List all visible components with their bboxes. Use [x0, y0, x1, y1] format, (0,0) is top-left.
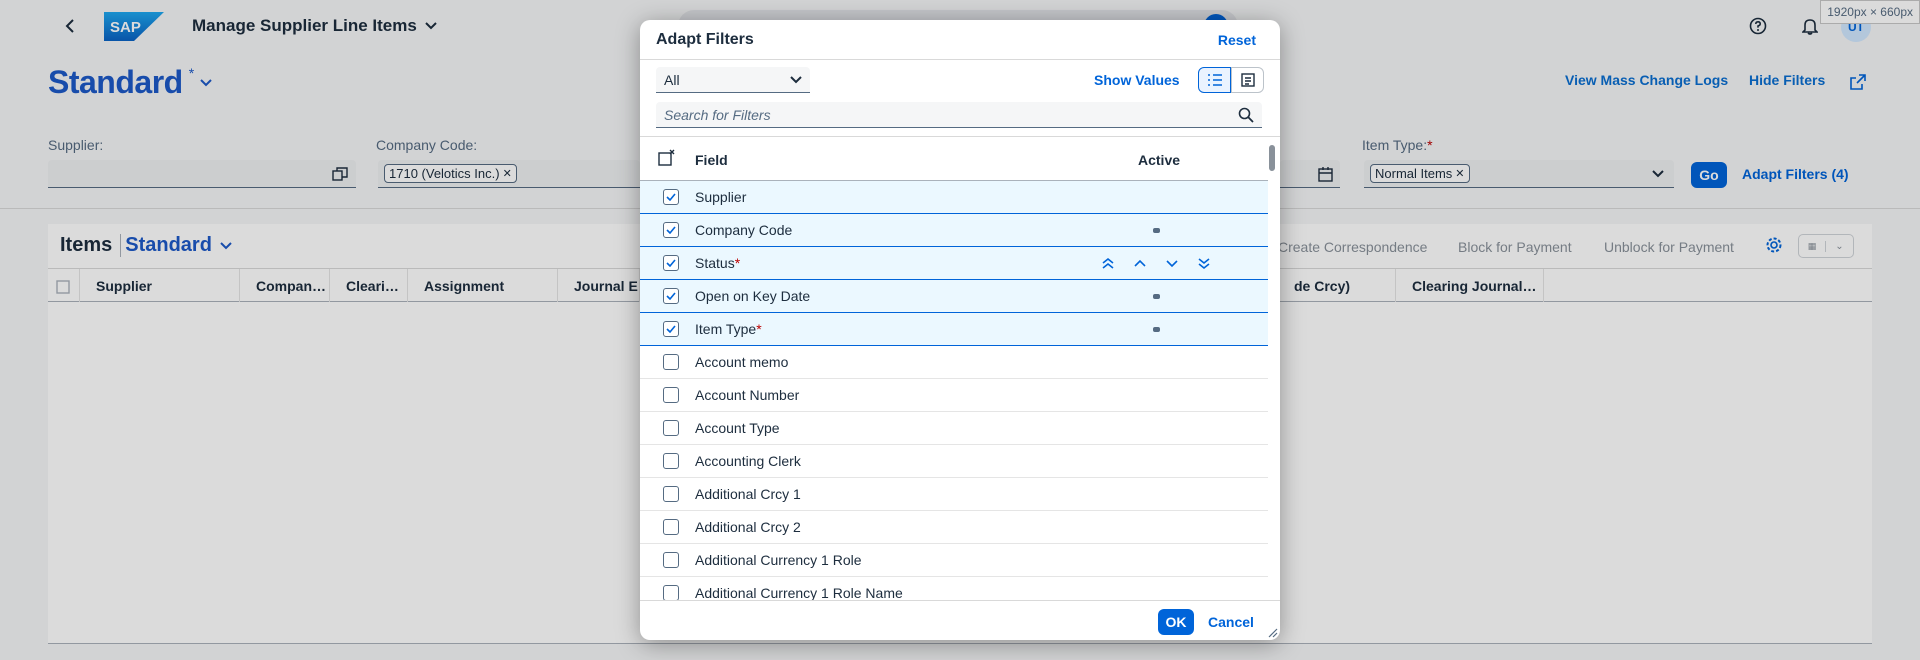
filter-row-label: Supplier: [695, 189, 747, 205]
list-view-button[interactable]: [1198, 67, 1231, 93]
search-placeholder: Search for Filters: [664, 106, 771, 123]
adapt-filters-dialog: Adapt Filters Reset All Show Values Sear…: [640, 20, 1280, 640]
scrollbar-thumb[interactable]: [1269, 145, 1275, 171]
resize-handle-icon[interactable]: [1266, 626, 1278, 638]
checkmark-icon: [666, 193, 676, 201]
filter-row-label: Company Code: [695, 222, 793, 238]
checkmark-icon: [666, 226, 676, 234]
checkbox[interactable]: [663, 420, 679, 436]
checkmark-icon: [666, 325, 676, 333]
double-chevron-up-icon: [1102, 257, 1114, 269]
filter-row[interactable]: Item Type*: [640, 313, 1268, 346]
checkbox[interactable]: [663, 354, 679, 370]
cancel-button[interactable]: Cancel: [1208, 614, 1254, 630]
filter-row-label: Item Type*: [695, 321, 762, 337]
group-view-button[interactable]: [1231, 67, 1264, 93]
filter-row[interactable]: Account Type: [640, 412, 1268, 445]
filter-row-label: Account memo: [695, 354, 789, 370]
list-icon: [1207, 74, 1222, 86]
required-marker: *: [756, 321, 762, 337]
checkbox-checked[interactable]: [663, 288, 679, 304]
filter-row[interactable]: Account Number: [640, 379, 1268, 412]
dialog-footer: OK Cancel: [640, 600, 1280, 640]
filter-row-label: Additional Crcy 2: [695, 519, 801, 535]
chevron-down-icon: [790, 75, 802, 83]
filter-row[interactable]: Accounting Clerk: [640, 445, 1268, 478]
filter-row[interactable]: Open on Key Date: [640, 280, 1268, 313]
filter-row[interactable]: Additional Currency 1 Role: [640, 544, 1268, 577]
filter-scope-select[interactable]: All: [656, 67, 810, 93]
filter-row[interactable]: Company Code: [640, 214, 1268, 247]
deselect-all-icon[interactable]: [658, 149, 676, 167]
move-to-bottom-button[interactable]: [1196, 255, 1212, 271]
dialog-header: Adapt Filters Reset: [640, 20, 1280, 60]
filter-row-label: Account Type: [695, 420, 780, 436]
dialog-title: Adapt Filters: [656, 31, 754, 48]
required-marker: *: [734, 255, 741, 271]
filter-list-header: Field Active: [640, 137, 1268, 181]
filter-row[interactable]: Additional Currency 1 Role Name: [640, 577, 1268, 600]
filter-row[interactable]: Account memo: [640, 346, 1268, 379]
show-values-button[interactable]: Show Values: [1094, 72, 1180, 88]
checkbox[interactable]: [663, 585, 679, 600]
filter-row-label: Additional Currency 1 Role: [695, 552, 862, 568]
search-icon[interactable]: [1238, 107, 1254, 123]
view-toggle: [1198, 67, 1264, 93]
checkbox-checked[interactable]: [663, 321, 679, 337]
checkbox-checked[interactable]: [663, 222, 679, 238]
active-indicator: [1153, 227, 1160, 233]
filter-row[interactable]: Supplier: [640, 181, 1268, 214]
filter-search-input[interactable]: Search for Filters: [656, 102, 1262, 128]
checkbox-checked[interactable]: [663, 189, 679, 205]
chevron-up-icon: [1134, 259, 1146, 267]
checkmark-icon: [666, 259, 676, 267]
filter-row-label: Account Number: [695, 387, 800, 403]
field-column-header: Field: [695, 152, 728, 168]
checkbox[interactable]: [663, 552, 679, 568]
checkbox[interactable]: [663, 453, 679, 469]
row-move-buttons: [1100, 255, 1212, 271]
checkbox[interactable]: [663, 519, 679, 535]
group-list-icon: [1240, 73, 1255, 87]
filter-row[interactable]: Additional Crcy 2: [640, 511, 1268, 544]
checkmark-icon: [666, 292, 676, 300]
filter-row-label: Additional Crcy 1: [695, 486, 801, 502]
filter-row[interactable]: Additional Crcy 1: [640, 478, 1268, 511]
reset-button[interactable]: Reset: [1218, 32, 1256, 48]
move-to-top-button[interactable]: [1100, 255, 1116, 271]
list-scrollbar[interactable]: [1268, 137, 1276, 600]
filter-row-label: Status*: [695, 255, 741, 271]
active-indicator: [1153, 293, 1160, 299]
select-value: All: [664, 71, 680, 88]
filter-row-label: Additional Currency 1 Role Name: [695, 585, 903, 600]
filter-row-label: Open on Key Date: [695, 288, 811, 304]
filter-list: Field Active Supplier Company Code Status*…: [640, 136, 1280, 600]
filter-row-label: Accounting Clerk: [695, 453, 801, 469]
move-down-button[interactable]: [1164, 255, 1180, 271]
checkbox[interactable]: [663, 387, 679, 403]
double-chevron-down-icon: [1198, 258, 1210, 270]
move-up-button[interactable]: [1132, 255, 1148, 271]
ok-button[interactable]: OK: [1158, 609, 1194, 635]
filter-row[interactable]: Status*: [640, 247, 1268, 280]
chevron-down-icon: [1166, 260, 1178, 268]
active-column-header: Active: [1138, 152, 1181, 168]
checkbox[interactable]: [663, 486, 679, 502]
checkbox-checked[interactable]: [663, 255, 679, 271]
active-indicator: [1153, 326, 1160, 332]
